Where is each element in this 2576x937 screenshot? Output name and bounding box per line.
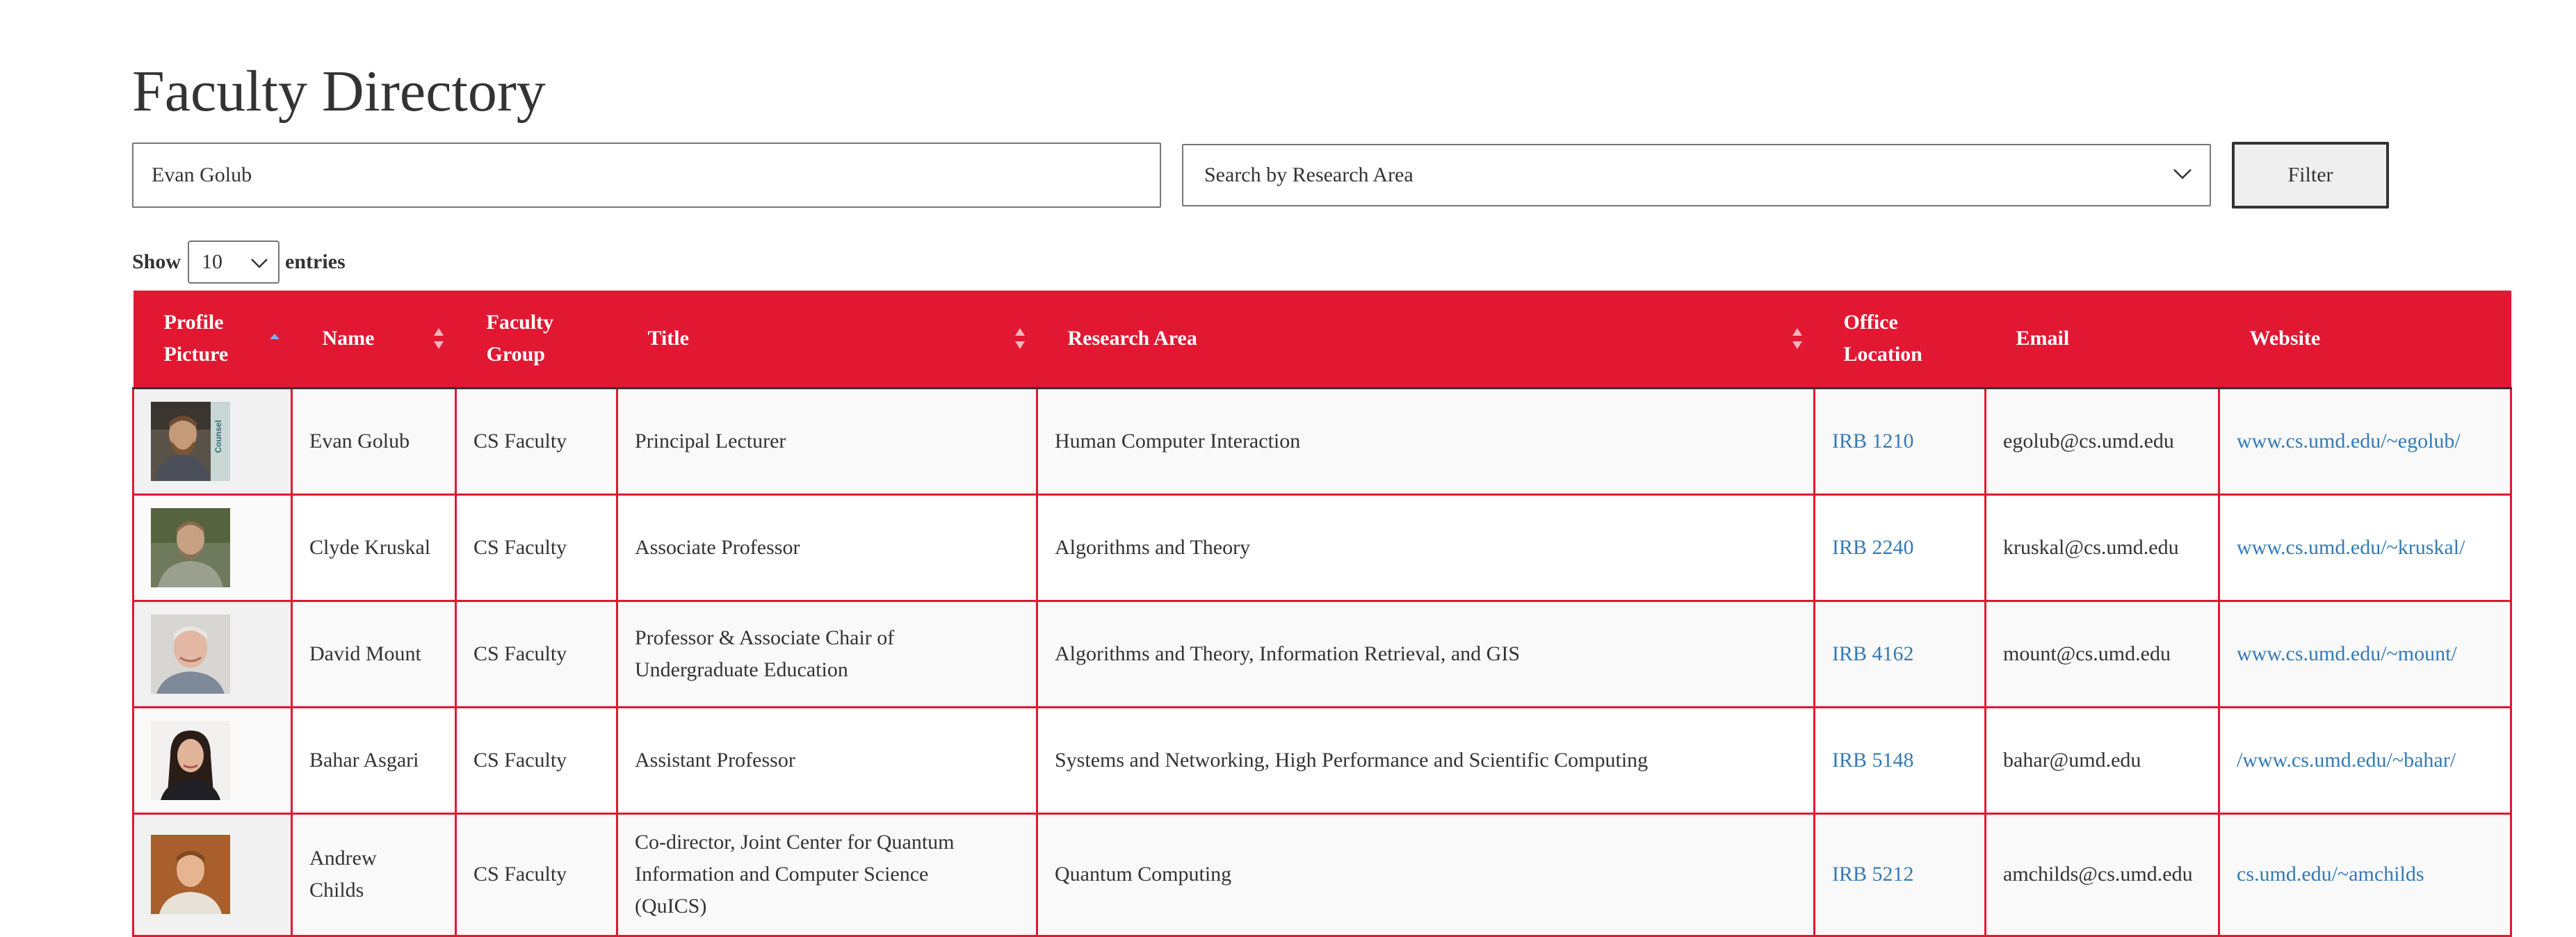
title-cell: Principal Lecturer	[616, 386, 1038, 496]
office-location-cell: IRB 5212	[1813, 812, 1986, 937]
title-cell: Associate Professor	[616, 493, 1038, 602]
sort-both-icon	[1014, 328, 1025, 350]
column-header-email: Email	[1985, 291, 2219, 389]
name-line: Andrew	[309, 847, 377, 870]
website-cell: www.cs.umd.edu/~egolub/	[2218, 386, 2512, 496]
research-area-cell: Algorithms and Theory, Information Retri…	[1036, 599, 1815, 708]
column-header-name[interactable]: Name	[291, 291, 456, 389]
office-location-link[interactable]: IRB 5212	[1832, 863, 1914, 886]
column-header-office-location: Office Location	[1814, 291, 1986, 389]
table-row: David Mount CS Faculty Professor & Assoc…	[132, 599, 2512, 708]
profile-picture-cell: Counsel	[132, 386, 293, 496]
email-cell: egolub@cs.umd.edu	[1984, 386, 2220, 496]
profile-picture-cell	[132, 706, 293, 815]
email-cell: amchilds@cs.umd.edu	[1984, 812, 2220, 937]
name-cell: Evan Golub	[291, 386, 457, 496]
profile-picture-cell	[132, 812, 293, 937]
office-location-link[interactable]: IRB 2240	[1832, 536, 1914, 559]
name-cell: David Mount	[291, 599, 457, 708]
profile-photo-clyde-kruskal	[151, 507, 230, 587]
website-cell: www.cs.umd.edu/~kruskal/	[2218, 493, 2512, 602]
email-cell: mount@cs.umd.edu	[1984, 599, 2220, 708]
column-header-title[interactable]: Title	[617, 291, 1037, 389]
email-cell: bahar@umd.edu	[1984, 706, 2220, 815]
faculty-group-cell: CS Faculty	[455, 493, 618, 602]
email-cell: kruskal@cs.umd.edu	[1984, 493, 2220, 602]
office-location-cell: IRB 2240	[1813, 493, 1986, 602]
website-link[interactable]: www.cs.umd.edu/~mount/	[2237, 642, 2457, 665]
entries-label: entries	[285, 250, 346, 273]
name-cell: Clyde Kruskal	[291, 493, 457, 602]
office-location-link[interactable]: IRB 5148	[1832, 749, 1914, 772]
website-link[interactable]: www.cs.umd.edu/~egolub/	[2237, 430, 2461, 453]
profile-photo-evan-golub: Counsel	[151, 401, 230, 481]
entries-length-control: Show 10 entries	[132, 241, 346, 284]
entries-per-page-select[interactable]: 10	[188, 241, 280, 284]
faculty-table: Profile Picture Name Faculty Group Title…	[132, 291, 2512, 937]
table-row: Andrew Childs CS Faculty Co-director, Jo…	[132, 812, 2512, 937]
filter-button[interactable]: Filter	[2232, 142, 2389, 209]
photo-caption: Counsel	[213, 420, 223, 453]
name-cell: Andrew Childs	[291, 812, 457, 937]
website-link[interactable]: cs.umd.edu/~amchilds	[2237, 863, 2424, 886]
office-location-link[interactable]: IRB 1210	[1832, 430, 1914, 453]
column-header-research-area[interactable]: Research Area	[1037, 291, 1815, 389]
profile-picture-cell	[132, 599, 293, 708]
profile-photo-andrew-childs	[151, 835, 230, 914]
name-cell: Bahar Asgari	[291, 706, 457, 815]
research-area-selected-value: Search by Research Area	[1204, 163, 1413, 186]
profile-picture-cell	[132, 493, 293, 602]
website-link[interactable]: www.cs.umd.edu/~kruskal/	[2237, 536, 2465, 559]
table-row: Clyde Kruskal CS Faculty Associate Profe…	[132, 493, 2512, 602]
title-cell: Professor & Associate Chair of Undergrad…	[616, 599, 1038, 708]
research-area-select[interactable]: Search by Research Area	[1182, 144, 2211, 206]
name-search-input[interactable]	[132, 142, 1161, 208]
faculty-group-cell: CS Faculty	[455, 386, 618, 496]
faculty-group-cell: CS Faculty	[455, 812, 618, 937]
table-header-row: Profile Picture Name Faculty Group Title…	[133, 291, 2511, 389]
column-header-faculty-group: Faculty Group	[455, 291, 617, 389]
faculty-group-cell: CS Faculty	[455, 599, 618, 708]
office-location-cell: IRB 5148	[1813, 706, 1986, 815]
website-cell: www.cs.umd.edu/~mount/	[2218, 599, 2512, 708]
show-label: Show	[132, 250, 181, 273]
website-cell: cs.umd.edu/~amchilds	[2218, 812, 2512, 937]
title-line: Professor & Associate Chair of	[635, 626, 895, 649]
faculty-group-cell: CS Faculty	[455, 706, 618, 815]
chevron-down-icon	[251, 259, 268, 268]
research-area-cell: Algorithms and Theory	[1036, 493, 1815, 602]
website-link[interactable]: /www.cs.umd.edu/~bahar/	[2237, 749, 2456, 772]
office-location-link[interactable]: IRB 4162	[1832, 642, 1914, 665]
office-location-cell: IRB 1210	[1813, 386, 1986, 496]
research-area-cell: Quantum Computing	[1036, 812, 1815, 937]
column-header-website: Website	[2219, 291, 2511, 389]
title-cell: Assistant Professor	[616, 706, 1038, 815]
table-row: Bahar Asgari CS Faculty Assistant Profes…	[132, 706, 2512, 815]
title-line: Information and Computer Science	[635, 863, 929, 886]
title-line: Co-director, Joint Center for Quantum	[635, 831, 955, 854]
research-area-cell: Systems and Networking, High Performance…	[1036, 706, 1815, 815]
sort-both-icon	[1792, 328, 1802, 350]
profile-photo-bahar-asgari	[151, 720, 230, 800]
research-area-cell: Human Computer Interaction	[1036, 386, 1815, 496]
sort-asc-icon	[269, 334, 280, 340]
office-location-cell: IRB 4162	[1813, 599, 1986, 708]
title-line: Undergraduate Education	[635, 658, 848, 681]
sort-both-icon	[433, 328, 444, 350]
entries-per-page-value: 10	[202, 250, 223, 273]
chevron-down-icon	[2173, 169, 2192, 179]
title-cell: Co-director, Joint Center for Quantum In…	[616, 812, 1038, 937]
name-line: Childs	[309, 879, 364, 902]
column-header-profile-picture[interactable]: Profile Picture	[133, 291, 292, 389]
title-line: (QuICS)	[635, 895, 707, 918]
profile-photo-david-mount	[151, 614, 230, 694]
website-cell: /www.cs.umd.edu/~bahar/	[2218, 706, 2512, 815]
table-row: Counsel Evan Golub CS Faculty Principal …	[132, 386, 2512, 496]
page-title: Faculty Directory	[132, 59, 546, 124]
